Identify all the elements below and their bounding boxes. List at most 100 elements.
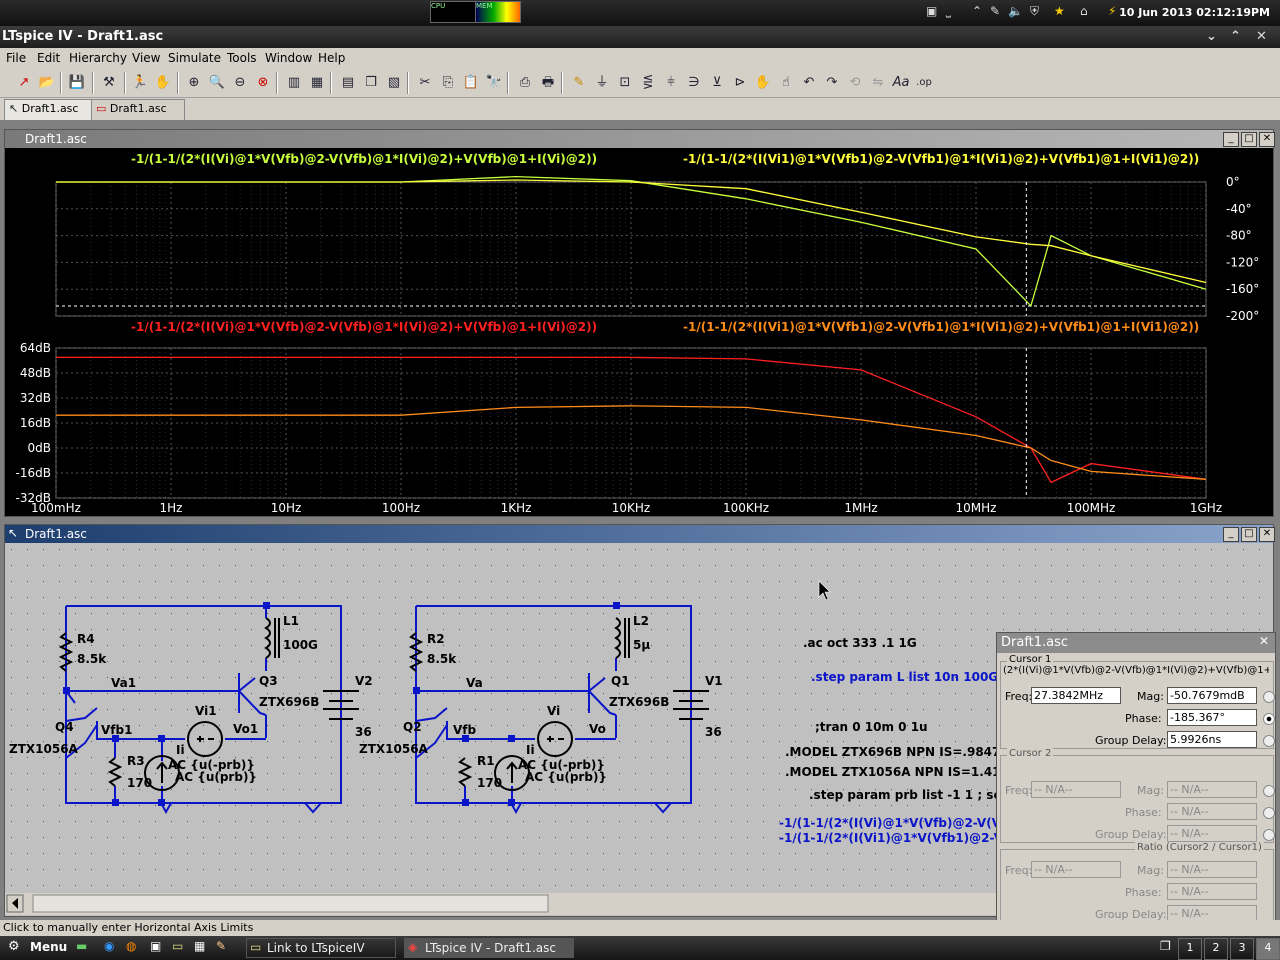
control-panel-icon[interactable]: ⚒ [99, 73, 119, 93]
task-link-ltspice[interactable]: ▭ Link to LTspiceIV [246, 938, 396, 958]
component-icon[interactable]: ⊳ [730, 73, 750, 93]
minimize-button[interactable]: _ [1223, 527, 1239, 542]
tile-horizontal-icon[interactable]: ▤ [338, 73, 358, 93]
run-icon[interactable]: 🏃 [130, 73, 150, 93]
tab-waveform[interactable]: ▭ Draft1.asc [91, 99, 185, 122]
pen-icon[interactable]: ✎ [990, 4, 1000, 18]
spice-directive-icon[interactable]: .op [914, 73, 934, 93]
autorange-icon[interactable]: ▥ [284, 73, 304, 93]
up-arrow-icon[interactable]: ⌃ [972, 4, 982, 18]
maximize-icon[interactable]: ⌃ [1230, 29, 1241, 44]
cursor1-group-delay-radio[interactable] [1263, 735, 1275, 747]
minimize-button[interactable]: _ [1223, 132, 1239, 147]
terminal-icon[interactable]: ▣ [150, 939, 161, 953]
browser-icon[interactable]: ◉ [104, 939, 114, 953]
tray-icon[interactable]: ▣ [926, 4, 937, 18]
grid-icon[interactable]: ▦ [307, 73, 327, 93]
directive-expr-1[interactable]: -1/(1-1/(2*(I(Vi)@1*V(Vfb)@2-V(Vfb)@ [779, 816, 1032, 830]
tab-schematic[interactable]: ↖ Draft1.asc [4, 99, 98, 122]
shield-icon[interactable]: ⛨ [1030, 4, 1039, 19]
workspace-4[interactable]: 4 [1256, 938, 1280, 960]
menu-help[interactable]: Help [318, 51, 345, 65]
menu-gear-icon[interactable]: ⚙ [8, 939, 20, 954]
save-icon[interactable]: 💾 [67, 73, 87, 93]
close-button[interactable]: ✕ [1259, 132, 1275, 147]
find-icon[interactable]: 🔭 [484, 73, 504, 93]
label-net-icon[interactable]: ⊡ [615, 73, 635, 93]
cursor1-phase-radio[interactable] [1263, 713, 1275, 725]
desktop-icon[interactable]: ▬ [76, 939, 87, 953]
print-setup-icon[interactable]: ⎙ [515, 73, 535, 93]
mirror-icon[interactable]: ⇋ [868, 73, 888, 93]
directive-model-ztx1056a[interactable]: .MODEL ZTX1056A NPN IS=1.41E- [785, 765, 1014, 779]
power-icon[interactable]: ⚡ [1108, 4, 1116, 18]
draw-wire-icon[interactable]: ✎ [569, 73, 589, 93]
rotate-icon[interactable]: ⟲ [845, 73, 865, 93]
tile-vertical-icon[interactable]: ▧ [384, 73, 404, 93]
cursor1-group-delay-field[interactable]: 5.9926ns [1167, 731, 1257, 748]
menu-edit[interactable]: Edit [37, 51, 60, 65]
editor-icon[interactable]: ✎ [216, 939, 226, 953]
workspace-1[interactable]: 1 [1178, 938, 1202, 960]
cascade-icon[interactable]: ❐ [361, 73, 381, 93]
open-icon[interactable]: 📂 [37, 73, 57, 93]
waveform-plot[interactable]: 0° -40° -80° -120° -160° -200° -1/(1-1/(2*(I(V… [5, 148, 1273, 516]
menu-hierarchy[interactable]: Hierarchy [69, 51, 127, 65]
paste-icon[interactable]: 📋 [461, 73, 481, 93]
zoom-in-icon[interactable]: ⊕ [184, 73, 204, 93]
scrollbar-thumb[interactable] [32, 894, 549, 913]
directive-expr-2[interactable]: -1/(1-1/(2*(I(Vi1)@1*V(Vfb1)@2-V(Vfb [779, 831, 1032, 845]
restore-button[interactable]: □ [1241, 132, 1257, 147]
diode-icon[interactable]: ⊻ [707, 73, 727, 93]
menu-window[interactable]: Window [265, 51, 312, 65]
clock[interactable]: 10 Jun 2013 02:12:19PM [1119, 6, 1270, 19]
show-desktop-icon[interactable]: ❐ [1160, 939, 1171, 953]
drag-icon[interactable]: ☝ [776, 73, 796, 93]
task-ltspice[interactable]: ◈ LTspice IV - Draft1.asc [404, 938, 574, 958]
star-icon[interactable]: ★ [1054, 4, 1065, 18]
cursor1-phase-field[interactable]: -185.367° [1167, 709, 1257, 726]
zoom-pan-icon[interactable]: 🔍 [207, 73, 227, 93]
start-menu-button[interactable]: Menu [30, 940, 67, 954]
zoom-fit-icon[interactable]: ⊗ [253, 73, 273, 93]
workspace-2[interactable]: 2 [1204, 938, 1228, 960]
close-icon[interactable]: ✕ [1256, 29, 1267, 44]
volume-icon[interactable]: 🔈 [1008, 4, 1023, 18]
menu-file[interactable]: File [6, 51, 26, 65]
cursor1-mag-field[interactable]: -50.7679mdB [1167, 687, 1257, 704]
new-schematic-icon[interactable]: ↗ [14, 73, 34, 93]
menu-simulate[interactable]: Simulate [168, 51, 221, 65]
halt-icon[interactable]: ✋ [153, 73, 173, 93]
text-icon[interactable]: Aa [891, 73, 911, 93]
directive-step-l[interactable]: .step param L list 10n 100G [811, 670, 998, 684]
directive-tran[interactable]: ;tran 0 10m 0 1u [815, 720, 928, 734]
network-icon[interactable]: ⌂ [1080, 4, 1088, 18]
move-icon[interactable]: ✋ [753, 73, 773, 93]
ground-icon[interactable]: ⏚ [592, 73, 612, 93]
minimize-icon[interactable]: ⌄ [1206, 29, 1217, 44]
cursor1-freq-field[interactable]: 27.3842MHz [1031, 687, 1121, 704]
directive-ac[interactable]: .ac oct 333 .1 1G [803, 636, 917, 650]
inductor-icon[interactable]: ∋ [684, 73, 704, 93]
menu-tools[interactable]: Tools [227, 51, 257, 65]
cut-icon[interactable]: ✂ [415, 73, 435, 93]
firefox-icon[interactable]: ◍ [126, 939, 136, 953]
close-icon[interactable]: ✕ [1259, 634, 1269, 648]
undo-icon[interactable]: ↶ [799, 73, 819, 93]
tray-icon[interactable]: ⎵ [946, 4, 951, 19]
restore-button[interactable]: □ [1241, 527, 1257, 542]
zoom-out-icon[interactable]: ⊖ [230, 73, 250, 93]
redo-icon[interactable]: ↷ [822, 73, 842, 93]
print-icon[interactable]: 🖶 [538, 73, 558, 93]
resistor-icon[interactable]: ⋚ [638, 73, 658, 93]
menu-view[interactable]: View [132, 51, 160, 65]
capacitor-icon[interactable]: ⫩ [661, 73, 681, 93]
folder-icon[interactable]: ▭ [172, 939, 183, 953]
workspace-3[interactable]: 3 [1230, 938, 1254, 960]
cursor1-mag-radio[interactable] [1263, 691, 1275, 703]
calculator-icon[interactable]: ▦ [194, 939, 205, 953]
directive-step-prb[interactable]: .step param prb list -1 1 ; set p [809, 788, 1020, 802]
directive-model-ztx696b[interactable]: .MODEL ZTX696B NPN IS=.98476E [785, 745, 1017, 759]
copy-icon[interactable]: ⎘ [438, 73, 458, 93]
close-button[interactable]: ✕ [1259, 527, 1275, 542]
